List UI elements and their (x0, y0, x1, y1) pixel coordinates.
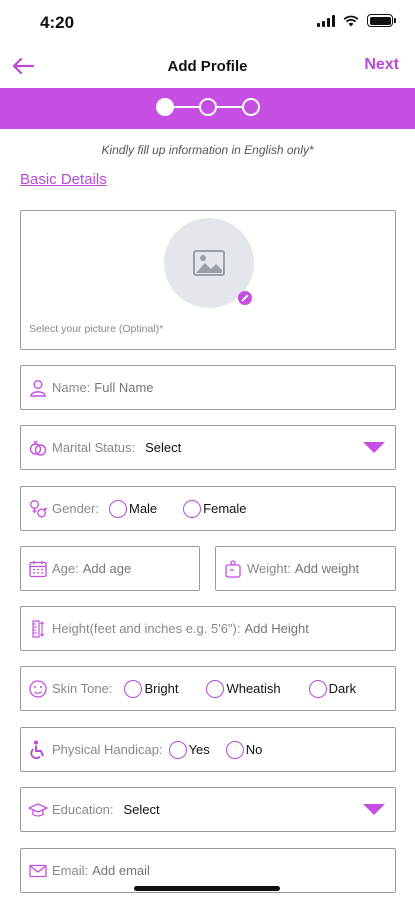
radio-button[interactable] (308, 679, 327, 698)
mail-icon (29, 864, 47, 877)
name-input[interactable] (94, 380, 345, 395)
name-label: Name: (52, 380, 91, 395)
education-label: Education: (52, 802, 114, 817)
step-1-dot (156, 98, 174, 116)
status-time: 4:20 (40, 13, 75, 32)
name-field[interactable]: Name: (20, 365, 396, 410)
handicap-option-yes[interactable]: Yes (168, 740, 210, 759)
basic-details-link[interactable]: Basic Details (20, 171, 107, 188)
radio-label: No (245, 742, 263, 757)
radio-label: Male (128, 501, 158, 516)
weight-input[interactable] (294, 561, 375, 576)
graduation-cap-icon (28, 802, 48, 817)
radio-label: Female (203, 501, 247, 516)
dropdown-arrow-icon[interactable] (363, 804, 385, 815)
height-label: Height(feet and inches e.g. 5'6"): (52, 621, 241, 636)
skin-tone-option-bright[interactable]: Bright (124, 679, 179, 698)
skin-tone-option-wheatish[interactable]: Wheatish (206, 679, 281, 698)
marital-status-value[interactable]: Select (145, 440, 181, 455)
status-icons (317, 14, 396, 27)
marital-status-label: Marital Status: (52, 440, 136, 455)
photo-caption: Select your picture (Optinal)* (29, 323, 164, 335)
home-indicator (134, 886, 280, 891)
gender-icon (30, 499, 47, 517)
education-field[interactable]: Education: Select (20, 787, 396, 832)
wheelchair-icon (30, 740, 44, 759)
age-field[interactable]: Age: (20, 546, 200, 591)
skin-tone-option-dark[interactable]: Dark (308, 679, 357, 698)
stepper-band (0, 88, 415, 129)
step-connector (217, 106, 242, 108)
email-label: Email: (52, 863, 89, 878)
edit-icon[interactable] (238, 291, 252, 305)
page-title: Add Profile (167, 58, 248, 75)
handicap-option-no[interactable]: No (225, 740, 263, 759)
weight-icon (225, 559, 241, 578)
image-placeholder-icon (193, 250, 225, 276)
physical-handicap-label: Physical Handicap: (52, 742, 163, 757)
rings-icon (29, 440, 47, 456)
skin-tone-label: Skin Tone: (52, 681, 113, 696)
age-input[interactable] (82, 561, 193, 576)
radio-button[interactable] (206, 679, 225, 698)
radio-label: Wheatish (226, 681, 281, 696)
gender-option-female[interactable]: Female (183, 499, 247, 518)
user-icon (30, 379, 46, 397)
wifi-icon (343, 15, 359, 26)
photo-selector[interactable]: Select your picture (Optinal)* (20, 210, 396, 350)
marital-status-field[interactable]: Marital Status: Select (20, 425, 396, 470)
progress-stepper (156, 98, 260, 116)
gender-label: Gender: (52, 501, 99, 516)
next-button[interactable]: Next (364, 56, 399, 74)
height-field[interactable]: Height(feet and inches e.g. 5'6"): (20, 606, 396, 651)
radio-button[interactable] (168, 740, 187, 759)
step-2-dot (199, 98, 217, 116)
height-input[interactable] (244, 621, 355, 636)
dropdown-arrow-icon[interactable] (363, 442, 385, 453)
radio-button[interactable] (108, 499, 127, 518)
step-3-dot (242, 98, 260, 116)
smiley-icon (29, 679, 47, 698)
calendar-icon (29, 560, 47, 577)
radio-label: Bright (144, 681, 179, 696)
status-bar: 4:20 (0, 0, 415, 44)
header: Add Profile Next (0, 48, 415, 88)
battery-icon (367, 14, 396, 27)
age-label: Age: (52, 561, 79, 576)
radio-label: Dark (328, 681, 357, 696)
physical-handicap-field: Physical Handicap: Yes No (20, 727, 396, 772)
radio-label: Yes (188, 742, 210, 757)
weight-label: Weight: (247, 561, 291, 576)
height-icon (32, 619, 44, 638)
skin-tone-field: Skin Tone: Bright Wheatish Dark (20, 666, 396, 711)
info-text: Kindly fill up information in English on… (101, 143, 314, 157)
radio-button[interactable] (225, 740, 244, 759)
radio-button[interactable] (183, 499, 202, 518)
gender-field: Gender: Male Female (20, 486, 396, 531)
step-connector (174, 106, 199, 108)
email-input[interactable] (92, 863, 343, 878)
signal-icon (317, 14, 335, 27)
radio-button[interactable] (124, 679, 143, 698)
gender-option-male[interactable]: Male (108, 499, 158, 518)
education-value[interactable]: Select (123, 802, 159, 817)
weight-field[interactable]: Weight: (215, 546, 396, 591)
